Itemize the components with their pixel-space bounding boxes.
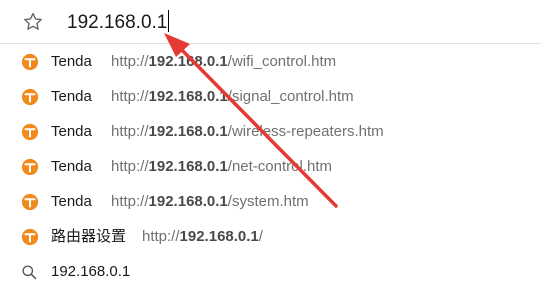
- suggestion-url: http://192.168.0.1/wifi_control.htm: [111, 53, 337, 70]
- search-icon: [22, 265, 37, 280]
- tenda-favicon-icon: [21, 53, 39, 71]
- suggestion-site-name: 路由器设置: [51, 228, 127, 245]
- tenda-favicon-icon: [21, 158, 39, 176]
- suggestion-item[interactable]: Tenda http://192.168.0.1/net-control.htm: [0, 150, 541, 184]
- url-input-text: 192.168.0.1: [67, 12, 168, 33]
- text-caret: [168, 9, 170, 32]
- tenda-favicon-icon: [21, 193, 39, 211]
- suggestion-site-name: Tenda: [51, 123, 92, 140]
- url-input[interactable]: 192.168.0.1: [67, 9, 170, 37]
- suggestion-site-name: Tenda: [51, 193, 92, 210]
- star-icon[interactable]: [22, 11, 44, 33]
- search-query-text: 192.168.0.1: [51, 263, 131, 280]
- search-suggestion-item[interactable]: 192.168.0.1: [0, 255, 541, 289]
- tenda-favicon-icon: [21, 88, 39, 106]
- suggestion-site-name: Tenda: [51, 158, 92, 175]
- suggestion-item[interactable]: Tenda http://192.168.0.1/signal_control.…: [0, 80, 541, 114]
- suggestion-item[interactable]: 路由器设置 http://192.168.0.1/: [0, 220, 541, 254]
- tenda-favicon-icon: [21, 123, 39, 141]
- suggestion-url: http://192.168.0.1/: [142, 228, 263, 245]
- suggestion-url: http://192.168.0.1/system.htm: [111, 193, 309, 210]
- suggestion-item[interactable]: Tenda http://192.168.0.1/wireless-repeat…: [0, 115, 541, 149]
- suggestion-url: http://192.168.0.1/signal_control.htm: [111, 88, 354, 105]
- suggestion-item[interactable]: Tenda http://192.168.0.1/wifi_control.ht…: [0, 45, 541, 79]
- tenda-favicon-icon: [21, 228, 39, 246]
- suggestion-item[interactable]: Tenda http://192.168.0.1/system.htm: [0, 185, 541, 219]
- suggestion-url: http://192.168.0.1/wireless-repeaters.ht…: [111, 123, 384, 140]
- address-bar: 192.168.0.1: [0, 0, 541, 44]
- suggestion-site-name: Tenda: [51, 88, 92, 105]
- suggestion-site-name: Tenda: [51, 53, 92, 70]
- suggestion-url: http://192.168.0.1/net-control.htm: [111, 158, 332, 175]
